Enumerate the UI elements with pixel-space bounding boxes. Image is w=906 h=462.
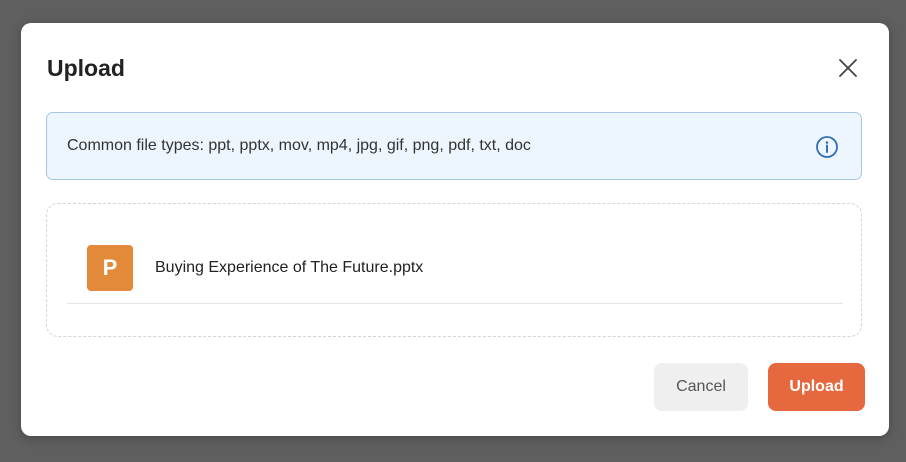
powerpoint-file-icon: P — [87, 245, 133, 291]
close-button[interactable] — [835, 55, 861, 81]
info-banner: Common file types: ppt, pptx, mov, mp4, … — [46, 112, 862, 180]
upload-button[interactable]: Upload — [768, 363, 865, 411]
upload-dialog: Upload Common file types: ppt, pptx, mov… — [21, 23, 889, 436]
info-banner-text: Common file types: ppt, pptx, mov, mp4, … — [67, 137, 531, 154]
file-drop-area[interactable]: P Buying Experience of The Future.pptx — [46, 203, 862, 337]
info-icon[interactable] — [815, 135, 839, 159]
close-icon — [839, 59, 857, 77]
dialog-title: Upload — [47, 55, 125, 81]
file-name: Buying Experience of The Future.pptx — [155, 259, 424, 276]
file-list-item: P Buying Experience of The Future.pptx — [67, 230, 843, 304]
cancel-button[interactable]: Cancel — [654, 363, 748, 411]
